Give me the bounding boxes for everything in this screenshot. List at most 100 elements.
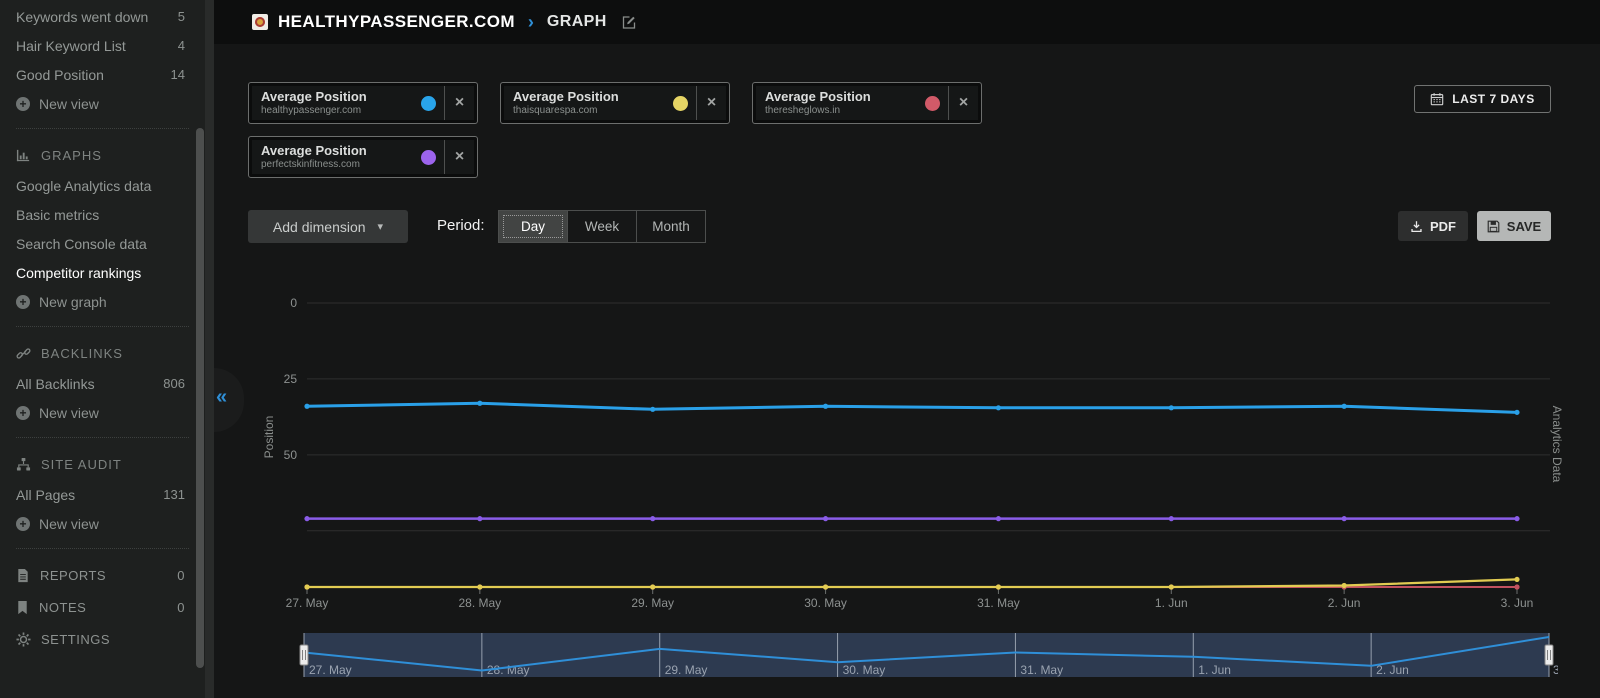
chevron-down-icon: ▾ xyxy=(378,220,384,233)
new-graph-button[interactable]: + New graph xyxy=(0,287,205,316)
sidebar-edge xyxy=(205,0,214,698)
metric-chip-theresheglows: Average Position theresheglows.in × xyxy=(752,82,982,124)
series-point xyxy=(1514,410,1519,415)
series-point xyxy=(477,401,482,406)
main-chart: 0255027. May28. May29. May30. May31. May… xyxy=(214,285,1600,620)
series-point xyxy=(1169,584,1174,589)
sidebar-item-keywords-went-down[interactable]: Keywords went down 5 xyxy=(0,2,205,31)
section-graphs[interactable]: GRAPHS xyxy=(0,139,205,171)
header: HEALTHYPASSENGER.COM › GRAPH xyxy=(214,0,1600,44)
section-site-audit[interactable]: SITE AUDIT xyxy=(0,448,205,480)
plus-circle-icon: + xyxy=(16,517,30,531)
new-view-button[interactable]: + New view xyxy=(0,509,205,538)
save-button[interactable]: SAVE xyxy=(1477,211,1551,241)
series-point xyxy=(1342,404,1347,409)
calendar-icon xyxy=(1430,92,1444,106)
navigator-date-label: 1. Jun xyxy=(1198,663,1231,677)
new-view-button[interactable]: + New view xyxy=(0,398,205,427)
footer-item-label: NOTES xyxy=(39,600,86,615)
collapse-sidebar-icon[interactable]: « xyxy=(216,386,227,409)
item-count: 14 xyxy=(171,67,185,82)
date-range-label: LAST 7 DAYS xyxy=(1452,92,1534,106)
x-tick-label: 27. May xyxy=(286,596,329,610)
period-day-button[interactable]: Day xyxy=(499,211,567,242)
sidebar-item-hair-keyword-list[interactable]: Hair Keyword List 4 xyxy=(0,31,205,60)
document-icon xyxy=(16,568,30,583)
breadcrumb-page: GRAPH xyxy=(547,13,607,31)
export-pdf-button[interactable]: PDF xyxy=(1398,211,1468,241)
sidebar-item-label: Competitor rankings xyxy=(16,265,141,281)
site-favicon xyxy=(252,14,268,30)
edit-title-button[interactable] xyxy=(621,14,637,30)
sidebar-item-reports[interactable]: REPORTS 0 xyxy=(0,559,205,591)
section-title: GRAPHS xyxy=(41,148,102,163)
remove-metric-button[interactable]: × xyxy=(948,86,978,120)
chip-body: Average Position thaisquarespa.com xyxy=(504,86,696,120)
item-count: 131 xyxy=(163,487,185,502)
main-chart-area: Position Analytics Data 0255027. May28. … xyxy=(214,285,1600,620)
sidebar-item-label: All Backlinks xyxy=(16,376,95,392)
sidebar-item-competitor-rankings[interactable]: Competitor rankings xyxy=(0,258,205,287)
sidebar-item-settings[interactable]: SETTINGS xyxy=(0,623,205,655)
sidebar-item-notes[interactable]: NOTES 0 xyxy=(0,591,205,623)
remove-metric-button[interactable]: × xyxy=(444,86,474,120)
series-point xyxy=(1342,516,1347,521)
add-dimension-button[interactable]: Add dimension ▾ xyxy=(248,210,408,243)
chip-domain: thaisquarespa.com xyxy=(513,105,619,117)
pencil-square-icon xyxy=(621,14,637,30)
remove-metric-button[interactable]: × xyxy=(444,140,474,174)
chip-title: Average Position xyxy=(261,144,367,159)
series-point xyxy=(823,516,828,521)
series-point xyxy=(1169,516,1174,521)
series-point xyxy=(996,584,1001,589)
sidebar-item-label: Basic metrics xyxy=(16,207,99,223)
sidebar-item-all-pages[interactable]: All Pages 131 xyxy=(0,480,205,509)
sidebar-item-all-backlinks[interactable]: All Backlinks 806 xyxy=(0,369,205,398)
series-point xyxy=(1514,584,1519,589)
sidebar-divider xyxy=(16,437,189,438)
right-axis-title: Analytics Data xyxy=(1550,389,1564,499)
period-month-button[interactable]: Month xyxy=(636,211,705,242)
sidebar-divider xyxy=(16,548,189,549)
series-point xyxy=(1514,516,1519,521)
series-color-dot xyxy=(421,96,436,111)
link-icon xyxy=(16,346,31,361)
series-point xyxy=(823,404,828,409)
navigator-date-label: 29. May xyxy=(665,663,708,677)
sidebar-item-basic-metrics[interactable]: Basic metrics xyxy=(0,200,205,229)
chip-domain: theresheglows.in xyxy=(765,105,871,117)
plus-circle-icon: + xyxy=(16,295,30,309)
chip-title: Average Position xyxy=(765,90,871,105)
x-tick-label: 1. Jun xyxy=(1155,596,1188,610)
save-label: SAVE xyxy=(1507,219,1541,234)
plus-circle-icon: + xyxy=(16,406,30,420)
date-range-button[interactable]: LAST 7 DAYS xyxy=(1414,85,1551,113)
period-toggle-group: Day Week Month xyxy=(498,210,706,243)
metric-chip-thaisquarespa: Average Position thaisquarespa.com × xyxy=(500,82,730,124)
period-week-button[interactable]: Week xyxy=(567,211,636,242)
navigator-date-label: 31. May xyxy=(1020,663,1063,677)
breadcrumb-site: HEALTHYPASSENGER.COM xyxy=(278,12,515,32)
new-view-button[interactable]: + New view xyxy=(0,89,205,118)
series-point xyxy=(304,584,309,589)
footer-item-label: SETTINGS xyxy=(41,632,110,647)
new-graph-label: New graph xyxy=(39,294,107,310)
brush-handle-right[interactable] xyxy=(1545,645,1553,665)
sidebar-divider xyxy=(16,128,189,129)
sidebar-item-search-console-data[interactable]: Search Console data xyxy=(0,229,205,258)
navigator-chart[interactable]: 27. May28. May29. May30. May31. May1. Ju… xyxy=(296,631,1558,686)
series-point xyxy=(1342,583,1347,588)
footer-item-label: REPORTS xyxy=(40,568,106,583)
sidebar-item-label: Search Console data xyxy=(16,236,147,252)
chip-body: Average Position healthypassenger.com xyxy=(252,86,444,120)
chip-body: Average Position perfectskinfitness.com xyxy=(252,140,444,174)
brush-handle-left[interactable] xyxy=(300,645,308,665)
series-point xyxy=(650,516,655,521)
section-backlinks[interactable]: BACKLINKS xyxy=(0,337,205,369)
metric-chips-row-2: Average Position perfectskinfitness.com … xyxy=(248,136,478,178)
remove-metric-button[interactable]: × xyxy=(696,86,726,120)
sidebar-scrollbar[interactable] xyxy=(196,128,204,668)
sidebar-item-google-analytics-data[interactable]: Google Analytics data xyxy=(0,171,205,200)
sidebar-item-good-position[interactable]: Good Position 14 xyxy=(0,60,205,89)
navigator-area[interactable]: 27. May28. May29. May30. May31. May1. Ju… xyxy=(296,631,1558,686)
